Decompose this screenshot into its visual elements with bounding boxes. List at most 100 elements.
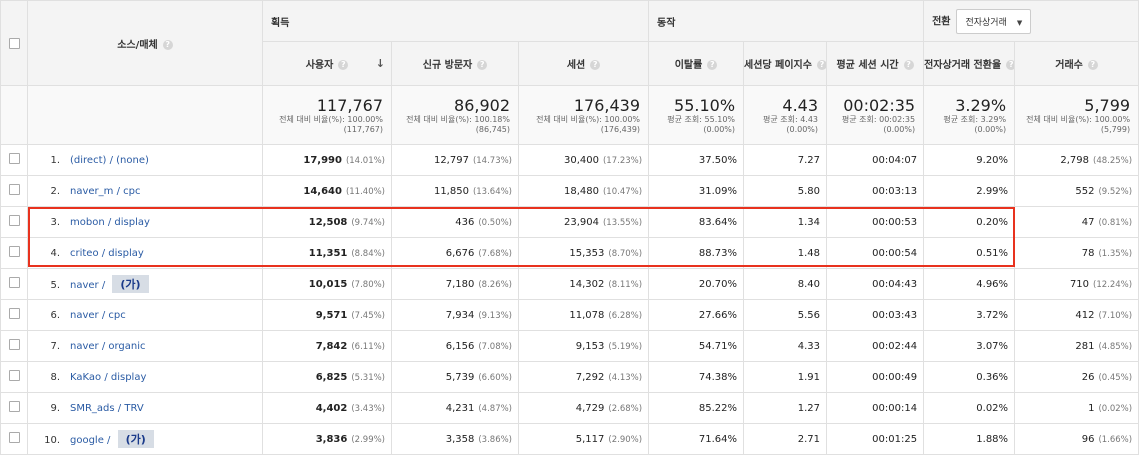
col-users[interactable]: 사용자? ↓ bbox=[262, 41, 392, 86]
avg-duration-cell: 00:01:25 bbox=[826, 423, 925, 455]
conversion-rate-cell: 3.07% bbox=[923, 330, 1016, 362]
bounce-rate-cell: 27.66% bbox=[648, 299, 745, 331]
row-checkbox[interactable] bbox=[8, 401, 20, 412]
table-row: 3. mobon / display 12,508 (9.74%) 436 (0.50%)… bbox=[0, 206, 1139, 238]
help-icon[interactable]: ? bbox=[590, 60, 601, 70]
pages-per-session-cell: 1.34 bbox=[743, 206, 828, 238]
bounce-rate-cell: 83.64% bbox=[648, 206, 745, 238]
row-number: 9. bbox=[50, 402, 60, 414]
total-cell: 00:02:35 평균 조회: 00:02:35 (0.00%) bbox=[826, 85, 925, 145]
row-checkbox[interactable] bbox=[8, 277, 20, 288]
col-bounce-rate[interactable]: 이탈률? bbox=[648, 41, 745, 86]
source-link[interactable]: SMR_ads / TRV bbox=[70, 403, 144, 414]
sessions-cell: 7,292 (4.13%) bbox=[517, 361, 650, 393]
help-icon[interactable]: ? bbox=[903, 60, 914, 70]
source-link[interactable]: naver / bbox=[70, 280, 108, 291]
row-checkbox[interactable] bbox=[8, 308, 20, 319]
select-all-checkbox[interactable] bbox=[8, 37, 20, 49]
new-visitors-cell: 7,934 (9.13%) bbox=[391, 299, 519, 331]
table-row: 4. criteo / display 11,351 (8.84%) 6,676 (7.6… bbox=[0, 237, 1139, 269]
table-row: 10. google / (가) 3,836 (2.99%) 3,358 (3.86%) 5… bbox=[0, 423, 1139, 455]
row-checkbox[interactable] bbox=[8, 184, 20, 195]
source-link[interactable]: naver / cpc bbox=[70, 310, 126, 321]
conversion-rate-cell: 0.20% bbox=[923, 206, 1016, 238]
avg-duration-cell: 00:00:53 bbox=[826, 206, 925, 238]
col-avg-session-duration[interactable]: 평균 세션 시간? bbox=[826, 41, 925, 86]
row-number: 4. bbox=[50, 247, 60, 259]
sessions-cell: 15,353 (8.70%) bbox=[517, 237, 650, 269]
col-pages-per-session[interactable]: 세션당 페이지수? bbox=[743, 41, 828, 86]
new-visitors-cell: 7,180 (8.26%) bbox=[391, 268, 519, 300]
bounce-rate-cell: 85.22% bbox=[648, 392, 745, 424]
help-icon[interactable]: ? bbox=[338, 60, 349, 70]
row-number: 10. bbox=[44, 435, 60, 446]
table-row: 1. (direct) / (none) 17,990 (14.01%) 12,797(… bbox=[0, 144, 1139, 176]
redacted-label: (가) bbox=[117, 430, 154, 448]
sessions-cell: 14,302 (8.11%) bbox=[517, 268, 650, 300]
sessions-cell: 30,400 (17.23%) bbox=[517, 144, 650, 176]
col-ecommerce-conversion-rate[interactable]: 전자상거래 전환율? bbox=[923, 41, 1016, 86]
acquisition-group: 획득 bbox=[261, 0, 650, 42]
row-checkbox[interactable] bbox=[8, 153, 20, 164]
row-checkbox-cell bbox=[0, 423, 28, 455]
source-cell: 5. naver / (가) bbox=[27, 268, 263, 300]
pages-per-session-cell: 8.40 bbox=[743, 268, 828, 300]
row-checkbox[interactable] bbox=[8, 370, 20, 381]
row-number: 5. bbox=[50, 280, 60, 291]
source-link[interactable]: mobon / display bbox=[70, 217, 150, 228]
pages-per-session-cell: 5.56 bbox=[743, 299, 828, 331]
help-icon[interactable]: ? bbox=[707, 60, 718, 70]
table-row: 7. naver / organic 7,842 (6.11%) 6,156 (7.08%… bbox=[0, 330, 1139, 362]
row-checkbox-cell bbox=[0, 175, 28, 207]
col-new-visitors[interactable]: 신규 방문자? bbox=[391, 41, 519, 86]
col-transactions[interactable]: 거래수? bbox=[1014, 41, 1139, 86]
total-cell: 55.10% 평균 조회: 55.10% (0.00%) bbox=[648, 85, 745, 145]
help-icon[interactable]: ? bbox=[1006, 60, 1014, 70]
row-checkbox[interactable] bbox=[8, 339, 20, 350]
total-cell: 3.29% 평균 조회: 3.29% (0.00%) bbox=[923, 85, 1016, 145]
row-checkbox[interactable] bbox=[8, 246, 20, 257]
source-link[interactable]: naver_m / cpc bbox=[70, 186, 140, 197]
help-icon[interactable]: ? bbox=[477, 60, 488, 70]
sessions-cell: 11,078 (6.28%) bbox=[517, 299, 650, 331]
source-link[interactable]: (direct) / (none) bbox=[70, 155, 149, 166]
source-link[interactable]: google / bbox=[70, 435, 114, 446]
help-icon[interactable]: ? bbox=[816, 60, 826, 70]
source-link[interactable]: naver / organic bbox=[70, 341, 146, 352]
select-all-cell bbox=[0, 0, 28, 86]
bounce-rate-cell: 31.09% bbox=[648, 175, 745, 207]
row-checkbox[interactable] bbox=[8, 215, 20, 226]
new-visitors-cell: 436 (0.50%) bbox=[391, 206, 519, 238]
new-visitors-cell: 11,850 (13.64%) bbox=[391, 175, 519, 207]
transactions-cell: 710 (12.24%) bbox=[1014, 268, 1139, 300]
conversion-select[interactable]: 전자상거래 ▼ bbox=[956, 8, 1032, 34]
source-link[interactable]: KaKao / display bbox=[70, 372, 146, 383]
bounce-rate-cell: 37.50% bbox=[648, 144, 745, 176]
source-link[interactable]: criteo / display bbox=[70, 248, 144, 259]
row-number: 8. bbox=[50, 371, 60, 383]
help-icon[interactable]: ? bbox=[1087, 60, 1098, 70]
col-sessions[interactable]: 세션? bbox=[517, 41, 650, 86]
help-icon[interactable]: ? bbox=[162, 39, 173, 50]
users-cell: 17,990 (14.01%) bbox=[262, 144, 392, 176]
row-number: 3. bbox=[50, 216, 60, 228]
total-cell: 5,799 전체 대비 비율(%): 100.00% (5,799) bbox=[1014, 85, 1139, 145]
source-medium-header[interactable]: 소스/매체? bbox=[27, 0, 263, 86]
conversion-group: 전환 전자상거래 ▼ bbox=[923, 0, 1139, 42]
avg-duration-cell: 00:04:43 bbox=[826, 268, 925, 300]
conversion-rate-cell: 0.36% bbox=[923, 361, 1016, 393]
analytics-report: 소스/매체? 획득 동작 전환 전자상거래 ▼ 사용자? ↓ 신규 방문자? 세션? … bbox=[0, 0, 1139, 455]
users-cell: 10,015 (7.80%) bbox=[262, 268, 392, 300]
bounce-rate-cell: 54.71% bbox=[648, 330, 745, 362]
source-cell: 4. criteo / display bbox=[27, 237, 263, 269]
sort-desc-icon[interactable]: ↓ bbox=[376, 57, 385, 70]
sessions-cell: 9,153 (5.19%) bbox=[517, 330, 650, 362]
source-cell: 10. google / (가) bbox=[27, 423, 263, 455]
row-checkbox[interactable] bbox=[8, 432, 20, 443]
users-cell: 3,836 (2.99%) bbox=[262, 423, 392, 455]
transactions-cell: 47 (0.81%) bbox=[1014, 206, 1139, 238]
conversion-rate-cell: 0.02% bbox=[923, 392, 1016, 424]
row-checkbox-cell bbox=[0, 392, 28, 424]
users-cell: 6,825 (5.31%) bbox=[262, 361, 392, 393]
sessions-cell: 5,117 (2.90%) bbox=[517, 423, 650, 455]
